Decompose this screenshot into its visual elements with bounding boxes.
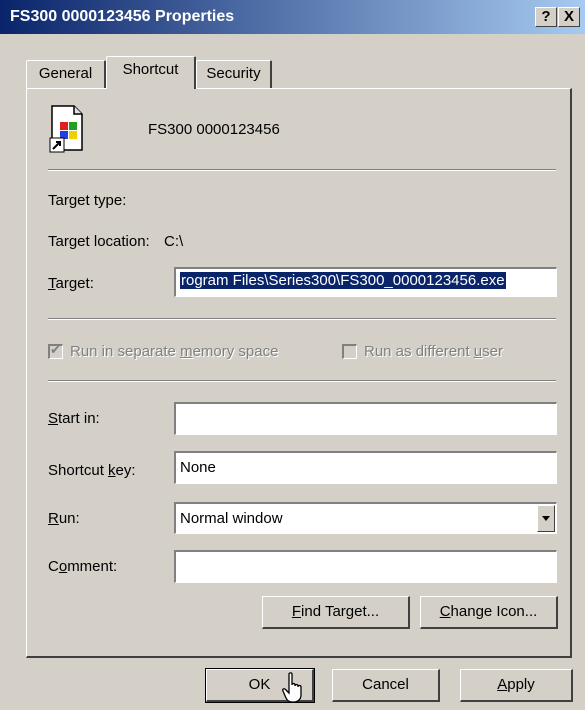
target-type-label: Target type: — [48, 192, 127, 209]
target-input[interactable]: rogram Files\Series300\FS300_0000123456.… — [174, 267, 557, 297]
window-title: FS300 0000123456 Properties — [10, 8, 235, 25]
dropdown-arrow-button[interactable] — [537, 505, 555, 532]
run-select-value: Normal window — [180, 510, 283, 527]
tab-security[interactable]: Security — [196, 60, 272, 88]
tab-shortcut[interactable]: Shortcut — [106, 56, 196, 89]
separator — [48, 169, 556, 171]
tab-general[interactable]: General — [26, 60, 106, 88]
shortcut-file-icon — [48, 104, 88, 154]
separator — [48, 318, 556, 320]
target-location-label: Target location: — [48, 233, 150, 250]
close-button[interactable]: X — [558, 7, 580, 27]
apply-button[interactable]: Apply — [460, 669, 573, 702]
start-in-input[interactable] — [174, 402, 557, 435]
hand-cursor-icon — [282, 672, 306, 704]
find-target-button[interactable]: Find Target... — [262, 596, 410, 629]
cancel-button[interactable]: Cancel — [332, 669, 440, 702]
run-select[interactable]: Normal window — [174, 502, 557, 534]
run-separate-memory-checkbox[interactable]: ✔ — [48, 342, 63, 359]
run-as-different-user-label: Run as different user — [364, 343, 503, 360]
shortcut-key-input[interactable]: None — [174, 451, 557, 484]
help-button[interactable]: ? — [535, 7, 557, 27]
run-label: Run: — [48, 510, 80, 527]
change-icon-button[interactable]: Change Icon... — [420, 596, 558, 629]
target-value: rogram Files\Series300\FS300_0000123456.… — [180, 272, 506, 289]
separator — [48, 380, 556, 382]
start-in-label: Start in: — [48, 410, 100, 427]
target-location-value: C:\ — [164, 233, 184, 250]
run-separate-memory-label: Run in separate memory space — [70, 343, 279, 360]
comment-input[interactable] — [174, 550, 557, 583]
comment-label: Comment: — [48, 558, 118, 575]
shortcut-name: FS300 0000123456 — [148, 121, 280, 138]
run-as-different-user-checkbox[interactable] — [342, 344, 357, 359]
check-mark-icon: ✔ — [50, 342, 61, 357]
shortcut-key-label: Shortcut key: — [48, 462, 136, 479]
target-label: Target: — [48, 275, 94, 292]
title-bar: FS300 0000123456 Properties ? X — [0, 0, 585, 34]
chevron-down-icon — [542, 516, 550, 521]
